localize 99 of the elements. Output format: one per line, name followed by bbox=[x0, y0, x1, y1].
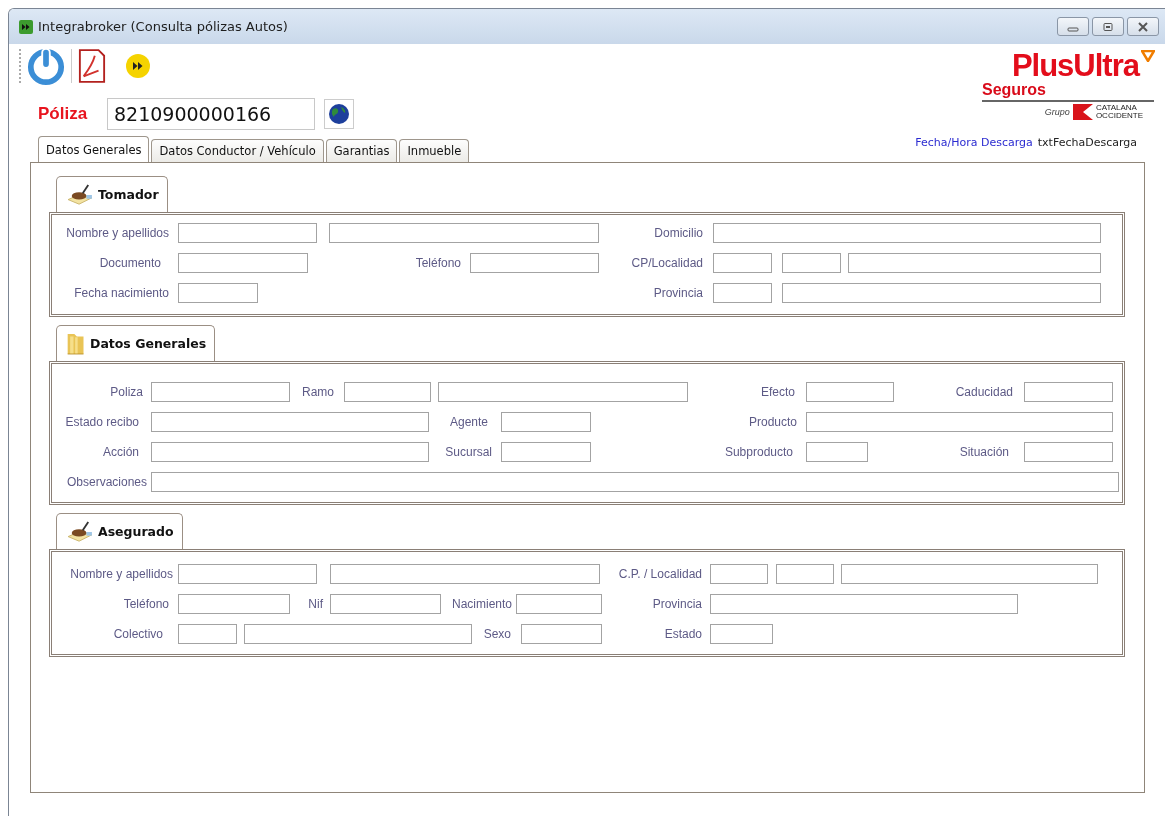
field-label: Acción bbox=[101, 445, 139, 459]
input-field[interactable] bbox=[710, 564, 768, 584]
tab[interactable]: Datos Conductor / Vehículo bbox=[151, 139, 324, 162]
fast-forward-icon bbox=[19, 19, 33, 34]
field-label: Observaciones bbox=[65, 475, 147, 489]
field-label: Nif bbox=[307, 597, 323, 611]
policy-label: Póliza bbox=[38, 104, 89, 124]
input-field[interactable] bbox=[329, 223, 599, 243]
logo-subtitle: Seguros bbox=[982, 82, 1154, 102]
input-field[interactable] bbox=[841, 564, 1098, 584]
input-field[interactable] bbox=[501, 412, 591, 432]
field-label: Efecto bbox=[759, 385, 795, 399]
forward-button[interactable] bbox=[126, 54, 150, 78]
field-label: Provincia bbox=[652, 286, 703, 300]
input-field[interactable] bbox=[330, 594, 441, 614]
field-label: Teléfono bbox=[122, 597, 169, 611]
field-label: Ramo bbox=[301, 385, 334, 399]
close-button[interactable] bbox=[1127, 17, 1159, 36]
input-field[interactable] bbox=[713, 223, 1101, 243]
input-field[interactable] bbox=[178, 223, 317, 243]
input-field[interactable] bbox=[806, 382, 894, 402]
input-field[interactable] bbox=[782, 253, 841, 273]
input-field[interactable] bbox=[516, 594, 602, 614]
input-field[interactable] bbox=[470, 253, 599, 273]
input-field[interactable] bbox=[438, 382, 688, 402]
field-label: Agente bbox=[448, 415, 488, 429]
section-title: Asegurado bbox=[98, 524, 174, 539]
pdf-document-icon bbox=[78, 48, 106, 84]
input-field[interactable] bbox=[806, 412, 1113, 432]
field-label: Colectivo bbox=[112, 627, 163, 641]
logo-partner-text: OCCIDENTE bbox=[1095, 112, 1143, 120]
input-field[interactable] bbox=[178, 253, 308, 273]
logo-partner-text: CATALANA bbox=[1095, 104, 1138, 112]
field-label: Teléfono bbox=[414, 256, 461, 270]
pen-and-paper-icon bbox=[66, 183, 94, 206]
input-field[interactable] bbox=[330, 564, 600, 584]
logo-group-text: Grupo bbox=[1044, 107, 1070, 117]
field-label: Situación bbox=[958, 445, 1009, 459]
field-label: Nacimiento bbox=[450, 597, 512, 611]
close-icon bbox=[1137, 21, 1149, 32]
input-field[interactable] bbox=[178, 283, 258, 303]
field-label: Caducidad bbox=[954, 385, 1013, 399]
maximize-icon bbox=[1102, 21, 1114, 32]
input-field[interactable] bbox=[151, 472, 1119, 492]
section-title: Datos Generales bbox=[90, 336, 207, 351]
input-field[interactable] bbox=[782, 283, 1101, 303]
field-label: Sexo bbox=[482, 627, 511, 641]
section-title: Tomador bbox=[98, 187, 159, 202]
input-field[interactable] bbox=[848, 253, 1101, 273]
field-label: Documento bbox=[98, 256, 161, 270]
input-field[interactable] bbox=[713, 253, 772, 273]
tab[interactable]: Garantias bbox=[325, 139, 398, 162]
power-icon bbox=[27, 47, 65, 85]
fast-forward-icon bbox=[126, 54, 150, 78]
globe-button[interactable] bbox=[324, 99, 354, 129]
input-field[interactable] bbox=[244, 624, 472, 644]
tab[interactable]: Datos Generales bbox=[38, 136, 150, 162]
field-label: Poliza bbox=[109, 385, 143, 399]
input-field[interactable] bbox=[501, 442, 591, 462]
logo-brand-text: PlusUltra bbox=[1011, 50, 1139, 82]
input-field[interactable] bbox=[776, 564, 834, 584]
field-label: Subproducto bbox=[723, 445, 793, 459]
policy-number-field[interactable]: 8210900000166 bbox=[107, 98, 315, 130]
input-field[interactable] bbox=[151, 442, 429, 462]
field-label: Estado bbox=[663, 627, 702, 641]
input-field[interactable] bbox=[806, 442, 868, 462]
field-label: CP/Localidad bbox=[630, 256, 703, 270]
globe-icon bbox=[328, 103, 350, 125]
download-date-label: Fecha/Hora Descarga bbox=[915, 136, 1033, 149]
input-field[interactable] bbox=[178, 594, 290, 614]
power-button[interactable] bbox=[27, 47, 65, 85]
input-field[interactable] bbox=[521, 624, 602, 644]
pen-and-paper-icon bbox=[66, 520, 94, 543]
pdf-button[interactable] bbox=[78, 48, 106, 84]
logo-mark-icon bbox=[1072, 104, 1093, 120]
field-label: C.P. / Localidad bbox=[617, 567, 702, 581]
tab[interactable]: Inmueble bbox=[399, 139, 470, 162]
input-field[interactable] bbox=[710, 594, 1018, 614]
field-label: Nombre y apellidos bbox=[69, 567, 173, 581]
input-field[interactable] bbox=[344, 382, 431, 402]
triangle-icon bbox=[1141, 50, 1155, 62]
field-label: Nombre y apellidos bbox=[65, 226, 169, 240]
field-label: Fecha nacimiento bbox=[73, 286, 169, 300]
input-field[interactable] bbox=[710, 624, 773, 644]
input-field[interactable] bbox=[713, 283, 772, 303]
input-field[interactable] bbox=[1024, 442, 1113, 462]
field-label: Sucursal bbox=[444, 445, 492, 459]
window-title: Integrabroker (Consulta pólizas Autos) bbox=[38, 19, 288, 34]
download-date-value: txtFechaDescarga bbox=[1037, 136, 1137, 149]
input-field[interactable] bbox=[151, 382, 290, 402]
field-label: Estado recibo bbox=[64, 415, 139, 429]
input-field[interactable] bbox=[178, 624, 237, 644]
input-field[interactable] bbox=[178, 564, 317, 584]
field-label: Domicilio bbox=[653, 226, 703, 240]
field-label: Provincia bbox=[651, 597, 702, 611]
maximize-button[interactable] bbox=[1092, 17, 1124, 36]
input-field[interactable] bbox=[1024, 382, 1113, 402]
input-field[interactable] bbox=[151, 412, 429, 432]
field-label: Producto bbox=[747, 415, 797, 429]
